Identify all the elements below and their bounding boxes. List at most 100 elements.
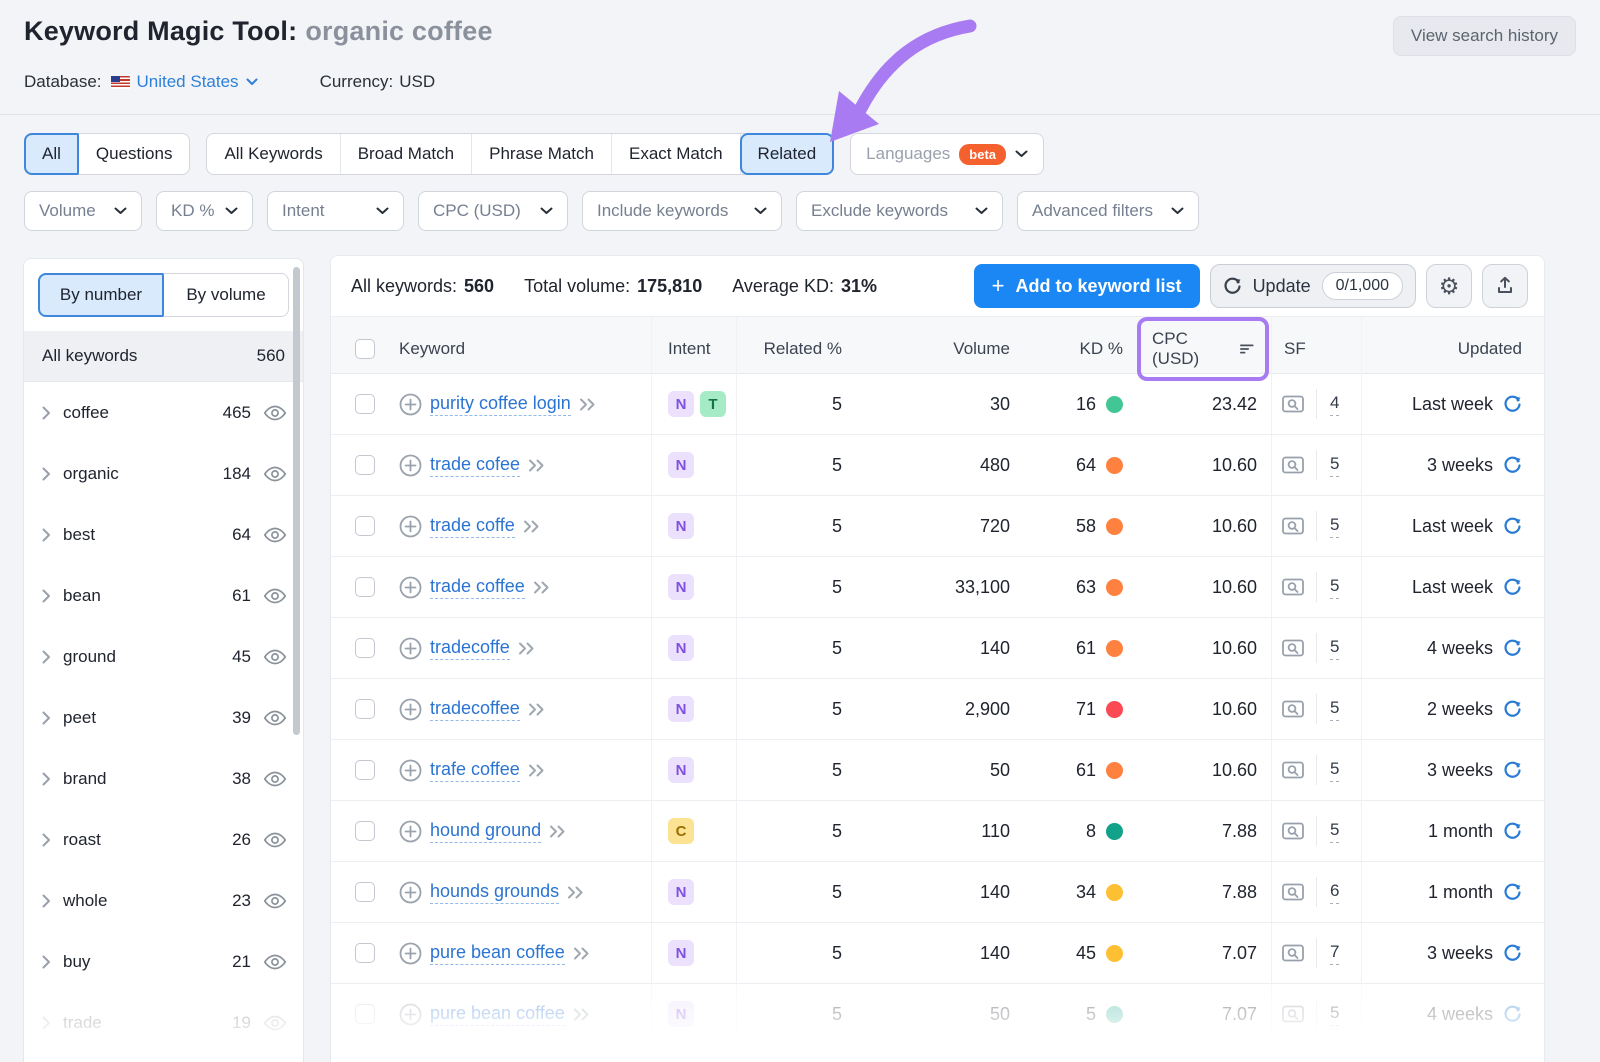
tab-exact-match[interactable]: Exact Match [612,134,741,174]
row-refresh-icon[interactable] [1503,944,1522,963]
sf-value[interactable]: 5 [1330,820,1339,843]
row-refresh-icon[interactable] [1503,700,1522,719]
row-checkbox[interactable] [355,577,375,597]
keyword-link[interactable]: tradecoffee [430,698,520,721]
keyword-link[interactable]: pure bean coffee [430,1003,565,1026]
serp-features-icon[interactable] [1282,517,1304,535]
add-keyword-icon[interactable] [399,393,422,416]
add-keyword-icon[interactable] [399,637,422,660]
serp-features-icon[interactable] [1282,883,1304,901]
sidebar-tab-by-number[interactable]: By number [39,274,164,316]
sidebar-group-item[interactable]: bean 61 [24,565,303,626]
keyword-link[interactable]: hound ground [430,820,541,843]
view-search-history-button[interactable]: View search history [1393,16,1576,56]
column-header-updated[interactable]: Updated [1362,317,1544,381]
eye-icon[interactable] [263,1015,287,1031]
expand-keyword-icon[interactable] [567,886,584,899]
row-refresh-icon[interactable] [1503,578,1522,597]
eye-icon[interactable] [263,832,287,848]
add-keyword-icon[interactable] [399,515,422,538]
sidebar-group-item[interactable]: brand 38 [24,748,303,809]
row-refresh-icon[interactable] [1503,456,1522,475]
sidebar-group-item[interactable]: ground 45 [24,626,303,687]
eye-icon[interactable] [263,893,287,909]
keyword-link[interactable]: trafe coffee [430,759,520,782]
filter-kd-[interactable]: KD % [156,191,253,231]
row-refresh-icon[interactable] [1503,395,1522,414]
row-checkbox[interactable] [355,638,375,658]
row-checkbox[interactable] [355,943,375,963]
expand-keyword-icon[interactable] [528,764,545,777]
database-selector[interactable]: United States [137,72,258,92]
add-keyword-icon[interactable] [399,576,422,599]
add-keyword-icon[interactable] [399,698,422,721]
expand-keyword-icon[interactable] [528,703,545,716]
serp-features-icon[interactable] [1282,578,1304,596]
sf-value[interactable]: 7 [1330,942,1339,965]
sf-value[interactable]: 5 [1330,515,1339,538]
column-header-intent[interactable]: Intent [652,317,737,381]
keyword-link[interactable]: trade coffe [430,515,515,538]
select-all-checkbox[interactable] [355,339,375,359]
sidebar-scrollbar-thumb[interactable] [293,267,300,735]
tab-all-keywords[interactable]: All Keywords [207,134,340,174]
sf-value[interactable]: 5 [1330,637,1339,660]
expand-keyword-icon[interactable] [528,459,545,472]
row-checkbox[interactable] [355,516,375,536]
row-checkbox[interactable] [355,760,375,780]
serp-features-icon[interactable] [1282,395,1304,413]
export-button[interactable] [1482,264,1528,308]
row-refresh-icon[interactable] [1503,883,1522,902]
filter-exclude-keywords[interactable]: Exclude keywords [796,191,1003,231]
tab-related[interactable]: Related [741,134,834,174]
sf-value[interactable]: 6 [1330,881,1339,904]
filter-cpc-usd-[interactable]: CPC (USD) [418,191,568,231]
eye-icon[interactable] [263,466,287,482]
sf-value[interactable]: 5 [1330,698,1339,721]
expand-keyword-icon[interactable] [573,1008,590,1021]
add-keyword-icon[interactable] [399,454,422,477]
eye-icon[interactable] [263,405,287,421]
column-header-keyword[interactable]: Keyword [377,317,652,381]
sf-value[interactable]: 5 [1330,1003,1339,1026]
sidebar-group-item[interactable]: organic 184 [24,443,303,504]
serp-features-icon[interactable] [1282,944,1304,962]
serp-features-icon[interactable] [1282,1005,1304,1023]
add-to-keyword-list-button[interactable]: + Add to keyword list [974,264,1200,308]
row-refresh-icon[interactable] [1503,761,1522,780]
row-checkbox[interactable] [355,1004,375,1024]
expand-keyword-icon[interactable] [518,642,535,655]
row-checkbox[interactable] [355,455,375,475]
tab-broad-match[interactable]: Broad Match [341,134,472,174]
serp-features-icon[interactable] [1282,639,1304,657]
sf-value[interactable]: 5 [1330,454,1339,477]
expand-keyword-icon[interactable] [523,520,540,533]
keyword-link[interactable]: pure bean coffee [430,942,565,965]
column-header-cpc[interactable]: CPC (USD) [1137,317,1272,381]
keyword-link[interactable]: tradecoffe [430,637,510,660]
tab-all[interactable]: All [25,134,79,174]
column-header-volume[interactable]: Volume [852,317,1022,381]
row-refresh-icon[interactable] [1503,1005,1522,1024]
filter-include-keywords[interactable]: Include keywords [582,191,782,231]
all-keywords-row[interactable]: All keywords 560 [24,331,303,382]
sidebar-group-item[interactable]: coffee 465 [24,382,303,443]
row-checkbox[interactable] [355,699,375,719]
table-settings-button[interactable]: ⚙ [1426,264,1472,308]
keyword-link[interactable]: trade cofee [430,454,520,477]
column-header-sf[interactable]: SF [1272,317,1362,381]
filter-advanced-filters[interactable]: Advanced filters [1017,191,1199,231]
sf-value[interactable]: 4 [1330,393,1339,416]
row-checkbox[interactable] [355,821,375,841]
filter-intent[interactable]: Intent [267,191,404,231]
eye-icon[interactable] [263,527,287,543]
tab-phrase-match[interactable]: Phrase Match [472,134,612,174]
languages-dropdown[interactable]: Languages beta [850,133,1044,175]
sidebar-group-item[interactable]: roast 26 [24,809,303,870]
expand-keyword-icon[interactable] [579,398,596,411]
column-header-kd[interactable]: KD % [1022,317,1137,381]
filter-volume[interactable]: Volume [24,191,142,231]
serp-features-icon[interactable] [1282,822,1304,840]
eye-icon[interactable] [263,588,287,604]
expand-keyword-icon[interactable] [533,581,550,594]
